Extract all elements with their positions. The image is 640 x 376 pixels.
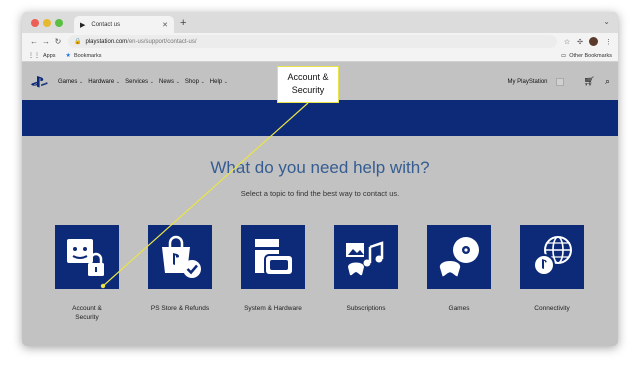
cart-icon[interactable]: 🛒︎ bbox=[584, 76, 595, 87]
topic-system-hardware[interactable] bbox=[241, 225, 305, 289]
subscriptions-icon bbox=[346, 241, 384, 276]
star-icon: ★ bbox=[65, 53, 71, 59]
search-icon[interactable]: ⌕ bbox=[605, 76, 610, 87]
other-bookmarks-label: Other Bookmarks bbox=[569, 52, 612, 59]
browser-window: ▶ Contact us ✕ + ⌄ ← → ↻ 🔒 playstation.c… bbox=[22, 12, 618, 346]
nav-services[interactable]: Services ⌄ bbox=[125, 79, 154, 85]
topic-label-line: Account & bbox=[72, 305, 102, 312]
tab-contact-us[interactable]: ▶ Contact us ✕ bbox=[74, 16, 174, 33]
url-path: /en-us/support/contact-us/ bbox=[127, 38, 197, 45]
tab-strip: ▶ Contact us ✕ + ⌄ bbox=[22, 12, 618, 33]
nav-hardware[interactable]: Hardware ⌄ bbox=[88, 79, 120, 85]
bookmark-apps[interactable]: ⋮⋮ Apps bbox=[28, 52, 56, 60]
topic-games[interactable] bbox=[427, 225, 491, 289]
extensions-icon[interactable]: ✣ bbox=[577, 38, 583, 46]
close-tab-icon[interactable]: ✕ bbox=[162, 21, 168, 29]
callout-line-2: Security bbox=[291, 85, 325, 95]
nav-shop-label: Shop bbox=[184, 78, 199, 85]
forward-arrow-icon[interactable]: → bbox=[40, 37, 52, 46]
nav-games-label: Games bbox=[58, 78, 78, 85]
nav-shop[interactable]: Shop ⌄ bbox=[185, 79, 205, 85]
back-arrow-icon[interactable]: ← bbox=[28, 37, 40, 46]
nav-right-group: My PlayStation 🛒︎ ⌕ bbox=[507, 63, 610, 100]
connectivity-globe-icon bbox=[533, 236, 572, 276]
sign-in-placeholder[interactable] bbox=[555, 77, 564, 86]
callout-line-1: Account & bbox=[287, 72, 329, 82]
nav-news[interactable]: News ⌄ bbox=[159, 79, 180, 85]
system-hardware-icon bbox=[255, 239, 294, 276]
page-headline: What do you need help with? bbox=[210, 158, 430, 177]
chevron-down-icon: ⌄ bbox=[200, 78, 205, 85]
url-domain: playstation.com bbox=[85, 38, 128, 45]
bookmark-apps-label: Apps bbox=[43, 52, 56, 59]
chevron-down-icon: ⌄ bbox=[175, 78, 180, 85]
profile-avatar[interactable] bbox=[589, 37, 598, 46]
bookmark-bookmarks[interactable]: ★ Bookmarks bbox=[65, 52, 102, 60]
close-window-button[interactable] bbox=[31, 19, 39, 27]
chevron-down-icon: ⌄ bbox=[115, 78, 121, 85]
playstation-favicon-icon: ▶ bbox=[80, 21, 86, 29]
more-menu-icon[interactable]: ⋮ bbox=[605, 38, 612, 46]
chevron-down-icon: ⌄ bbox=[149, 78, 154, 85]
topic-ps-store-refunds[interactable] bbox=[148, 225, 212, 289]
playstation-logo-icon[interactable] bbox=[30, 75, 50, 89]
nav-help[interactable]: Help ⌄ bbox=[210, 79, 228, 85]
annotation-callout: Account & Security bbox=[277, 66, 339, 103]
ps-store-icon bbox=[162, 235, 201, 278]
maximize-window-button[interactable] bbox=[55, 19, 63, 27]
reload-icon[interactable]: ↻ bbox=[52, 37, 64, 46]
nav-news-label: News bbox=[159, 78, 175, 85]
nav-help-label: Help bbox=[209, 78, 223, 85]
folder-icon: ▭ bbox=[561, 52, 567, 59]
apps-grid-icon: ⋮⋮ bbox=[28, 53, 40, 59]
account-security-icon bbox=[67, 239, 104, 276]
my-playstation-link[interactable]: My PlayStation bbox=[507, 79, 547, 85]
tab-title: Contact us bbox=[91, 21, 121, 28]
new-tab-button[interactable]: + bbox=[180, 16, 186, 30]
other-bookmarks[interactable]: ▭ Other Bookmarks bbox=[561, 53, 612, 59]
bookmark-star-icon[interactable]: ☆ bbox=[564, 38, 570, 46]
address-toolbar: ← → ↻ 🔒 playstation.com/en-us/support/co… bbox=[22, 33, 618, 50]
main-menu: Games ⌄ Hardware ⌄ Services ⌄ News ⌄ Sho… bbox=[58, 79, 233, 85]
minimize-window-button[interactable] bbox=[43, 19, 51, 27]
games-disc-icon bbox=[438, 237, 479, 278]
chevron-down-icon: ⌄ bbox=[79, 78, 84, 85]
topic-label-connectivity[interactable]: Connectivity bbox=[497, 304, 607, 313]
topic-connectivity[interactable] bbox=[520, 225, 584, 289]
chevron-down-icon: ⌄ bbox=[223, 78, 228, 85]
nav-services-label: Services bbox=[125, 78, 149, 85]
nav-games[interactable]: Games ⌄ bbox=[58, 79, 83, 85]
nav-hardware-label: Hardware bbox=[88, 78, 115, 85]
topic-account-security[interactable] bbox=[55, 225, 119, 289]
tab-search-icon[interactable]: ⌄ bbox=[603, 17, 610, 26]
page-subheadline: Select a topic to find the best way to c… bbox=[240, 189, 400, 198]
hero-banner bbox=[22, 100, 618, 136]
bookmark-bookmarks-label: Bookmarks bbox=[73, 52, 102, 59]
bookmarks-bar: ⋮⋮ Apps ★ Bookmarks ▭ Other Bookmarks bbox=[22, 50, 618, 62]
lock-icon: 🔒 bbox=[74, 39, 82, 45]
topic-label-line: Security bbox=[75, 314, 99, 321]
address-bar[interactable]: 🔒 playstation.com/en-us/support/contact-… bbox=[68, 35, 557, 48]
topic-subscriptions[interactable] bbox=[334, 225, 398, 289]
